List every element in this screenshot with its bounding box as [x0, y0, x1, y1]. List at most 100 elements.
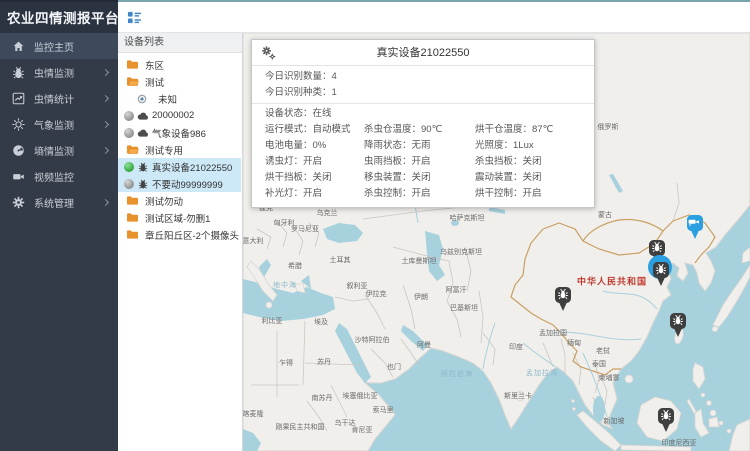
popup-grid-row: 运行模式：自动模式杀虫仓温度：90℃烘干仓温度：87℃: [252, 122, 594, 138]
map-marker-bug[interactable]: [668, 311, 688, 338]
chart-icon: [12, 92, 25, 105]
tree-item-label: 测试勿动: [145, 194, 183, 208]
device-tree: 东区测试未知 20000002 气象设备986 测试专用真实设备21022550 不要动…: [118, 53, 242, 243]
video-icon: [12, 170, 25, 183]
weather-device-icon: [137, 128, 149, 138]
folder-icon: [126, 76, 139, 87]
device-list-toggle-icon[interactable]: [127, 10, 142, 25]
gear-icon: [12, 196, 25, 209]
home-icon: [12, 40, 25, 53]
folder-icon: [126, 229, 139, 240]
folder-icon: [126, 212, 139, 223]
folder-icon: [126, 195, 139, 206]
tree-item-label: 测试专用: [145, 143, 183, 157]
tree-item-folder[interactable]: 东区: [118, 56, 242, 73]
map-marker-bug[interactable]: [553, 285, 573, 312]
popup-grid-row: 诱虫灯：开启虫雨挡板：开启杀虫挡板：关闭: [252, 154, 594, 170]
popup-grid-row: 电池电量：0%降雨状态：无雨光照度：1Lux: [252, 138, 594, 154]
sidebar-item-label: 系统管理: [34, 195, 103, 210]
popup-grid-cell: 杀虫控制：开启: [364, 186, 475, 202]
tree-item-label: 20000002: [152, 110, 194, 121]
tree-item-label: 东区: [145, 58, 164, 72]
tree-item-label: 测试区域-勿删1: [145, 211, 210, 225]
popup-summary-row: 今日识别数量：4: [252, 69, 594, 85]
app-root: 农业四情测报平台 监控主页 虫情监测 虫情统计 气象监测 墒情监测 视频监控 系…: [0, 0, 750, 451]
tree-item-label: 测试: [145, 75, 164, 89]
insect-device-icon: [137, 162, 149, 172]
chevron-right-icon: [102, 94, 109, 101]
sidebar-item-soil-monitor[interactable]: 墒情监测: [0, 137, 118, 163]
tree-item-folder[interactable]: 测试专用: [118, 141, 242, 158]
popup-summary-row: 今日识别种类：1: [252, 85, 594, 101]
chevron-right-icon: [102, 146, 109, 153]
sidebar-item-label: 墒情监测: [34, 143, 103, 158]
sidebar-item-weather-monitor[interactable]: 气象监测: [0, 111, 118, 137]
unknown-device-icon: [137, 94, 147, 104]
tree-item-folder[interactable]: 章丘阳丘区-2个摄像头: [118, 226, 242, 243]
popup-grid-row: 烘干挡板：关闭移虫装置：关闭震动装置：关闭: [252, 170, 594, 186]
tree-item-weather[interactable]: 气象设备986: [118, 124, 242, 141]
popup-grid-cell: 烘干仓温度：87℃: [475, 122, 594, 138]
sun-icon: [12, 118, 25, 131]
sidebar-item-label: 虫情监测: [34, 65, 103, 80]
popup-grid-cell: 光照度：1Lux: [475, 138, 594, 154]
device-panel-header: 设备列表: [118, 33, 242, 53]
tree-item-label: 未知: [158, 92, 177, 106]
bug-icon: [12, 66, 25, 79]
device-info-popup: 真实设备21022550 今日识别数量：4今日识别种类：1 设备状态：在线运行模式…: [251, 39, 595, 208]
map-marker-bug[interactable]: [656, 406, 676, 433]
chevron-right-icon: [102, 198, 109, 205]
sidebar: 农业四情测报平台 监控主页 虫情监测 虫情统计 气象监测 墒情监测 视频监控 系…: [0, 0, 118, 451]
popup-grid-cell: 震动装置：关闭: [475, 170, 594, 186]
tree-item-label: 章丘阳丘区-2个摄像头: [145, 228, 239, 242]
tree-item-label: 气象设备986: [152, 126, 206, 140]
topbar: [118, 0, 750, 33]
tree-item-folder[interactable]: 测试勿动: [118, 192, 242, 209]
chevron-right-icon: [102, 120, 109, 127]
sidebar-item-label: 监控主页: [34, 39, 108, 54]
popup-grid-cell: 杀虫挡板：关闭: [475, 154, 594, 170]
popup-grid-cell: 虫雨挡板：开启: [364, 154, 475, 170]
popup-grid-cell: 电池电量：0%: [265, 138, 364, 154]
popup-grid-cell: 降雨状态：无雨: [364, 138, 475, 154]
tree-item-label: 不要动99999999: [152, 177, 223, 191]
sidebar-item-label: 虫情统计: [34, 91, 103, 106]
popup-grid-cell: 移虫装置：关闭: [364, 170, 475, 186]
tree-item-label: 真实设备21022550: [152, 160, 232, 174]
popup-header: 真实设备21022550: [252, 40, 594, 66]
popup-grid-row: 补光灯：开启杀虫控制：开启烘干控制：开启: [252, 186, 594, 202]
popup-grid-cell: 补光灯：开启: [265, 186, 364, 202]
popup-title: 真实设备21022550: [252, 40, 594, 66]
popup-grid-cell: 烘干控制：开启: [475, 186, 594, 202]
popup-grid-cell: 运行模式：自动模式: [265, 122, 364, 138]
sidebar-item-system-manage[interactable]: 系统管理: [0, 189, 118, 215]
tree-item-unknown[interactable]: 未知: [118, 90, 242, 107]
tree-item-insect[interactable]: 不要动99999999: [118, 175, 241, 192]
sidebar-item-video-monitor[interactable]: 视频监控: [0, 163, 118, 189]
popup-status-row: 设备状态：在线: [252, 106, 594, 122]
app-title: 农业四情测报平台: [0, 0, 118, 33]
status-dot: [124, 179, 134, 189]
insect-device-icon: [137, 179, 149, 189]
chevron-right-icon: [102, 68, 109, 75]
tree-item-folder[interactable]: 测试: [118, 73, 242, 90]
sidebar-item-home[interactable]: 监控主页: [0, 33, 118, 59]
map-marker-bug-selected[interactable]: [651, 260, 671, 287]
sidebar-item-insect-monitor[interactable]: 虫情监测: [0, 59, 118, 85]
tree-item-folder[interactable]: 测试区域-勿删1: [118, 209, 242, 226]
folder-icon: [126, 144, 139, 155]
folder-icon: [126, 59, 139, 70]
sidebar-item-label: 视频监控: [34, 169, 108, 184]
sidebar-nav: 监控主页 虫情监测 虫情统计 气象监测 墒情监测 视频监控 系统管理: [0, 33, 118, 215]
tree-item-insect[interactable]: 真实设备21022550: [118, 158, 241, 175]
popup-grid-cell: 烘干挡板：关闭: [265, 170, 364, 186]
popup-divider: [252, 103, 594, 104]
tree-item-weather[interactable]: 20000002: [118, 107, 242, 124]
map-marker-camera[interactable]: [685, 213, 705, 240]
popup-grid-cell: 杀虫仓温度：90℃: [364, 122, 475, 138]
sidebar-item-label: 气象监测: [34, 117, 103, 132]
status-dot: [124, 128, 134, 138]
sidebar-item-insect-stats[interactable]: 虫情统计: [0, 85, 118, 111]
device-panel: 设备列表 东区测试未知 20000002 气象设备986 测试专用真实设备210225…: [118, 33, 243, 451]
popup-grid-cell: 诱虫灯：开启: [265, 154, 364, 170]
